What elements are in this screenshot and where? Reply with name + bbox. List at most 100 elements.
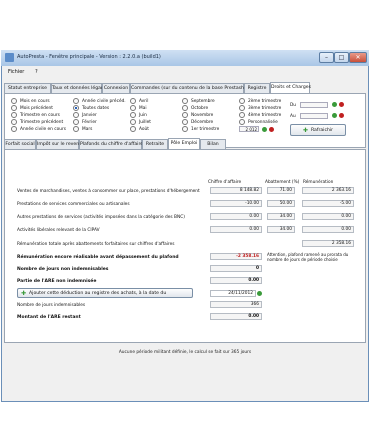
- tab-commandes[interactable]: Commandes (sur du contenu de la base Pre…: [130, 83, 251, 93]
- status-bar: Aucune période militant définie, le calc…: [118, 350, 252, 355]
- minimize-button[interactable]: –: [319, 52, 334, 63]
- year-input[interactable]: 2 012: [239, 126, 259, 132]
- radio-personnalisee[interactable]: Personnalisée: [239, 119, 278, 125]
- deduction-date-input[interactable]: 24/11/2012: [210, 290, 256, 297]
- radio-label: Toutes dates: [82, 105, 110, 111]
- radio-decembre[interactable]: Décembre: [182, 119, 213, 125]
- radio-label: Année civile précéd.: [82, 98, 126, 104]
- col-header-remuneration: Rémunération: [303, 180, 334, 185]
- radio-label: Année civile en cours: [20, 126, 66, 132]
- radio-4eme-trimestre[interactable]: 4ème trimestre: [239, 112, 281, 118]
- ajouter-deduction-button[interactable]: ✚ Ajouter cette déduction au registre de…: [17, 288, 193, 298]
- radio-label: 4ème trimestre: [248, 112, 282, 118]
- row-label-cipav: Activités libérales relevant de la CIPAV: [17, 228, 100, 233]
- row-label-ventes: Ventes de marchandises, ventes à consomm…: [17, 189, 200, 194]
- partie-are-field: 0.00: [210, 277, 262, 284]
- col-header-ca: Chiffre d'affaire: [208, 180, 242, 185]
- radio-septembre[interactable]: Septembre: [182, 98, 215, 104]
- radio-label: Avril: [139, 98, 149, 104]
- ajouter-deduction-label: Ajouter cette déduction au registre des …: [29, 290, 167, 296]
- tab-bilan[interactable]: Bilan: [200, 139, 226, 149]
- radio-janvier[interactable]: Janvier: [73, 112, 97, 118]
- abattement-prestations-field[interactable]: 50.00: [267, 200, 295, 207]
- radio-annee-civile-en-cours[interactable]: Année civile en cours: [11, 126, 66, 132]
- radio-mai[interactable]: Mai: [130, 105, 147, 111]
- next-date-to-icon[interactable]: [339, 113, 344, 118]
- radio-trimestre-precedent[interactable]: Trimestre précédent: [11, 119, 63, 125]
- window-title: AutoPresta - Fenêtre principale - Versio…: [17, 54, 161, 60]
- ca-autres-field[interactable]: 0.00: [210, 213, 262, 220]
- radio-label: Personnalisée: [248, 119, 278, 125]
- tab-forfait-social[interactable]: Forfait social: [4, 139, 36, 149]
- radio-annee-civile-precedente[interactable]: Année civile précéd.: [73, 98, 126, 104]
- tab-taux-donnees[interactable]: Taux et données légaux: [51, 83, 107, 93]
- radio-juin[interactable]: Juin: [130, 112, 147, 118]
- tab-statut-entreprise[interactable]: Statut entreprise: [4, 83, 51, 93]
- remu-prestations-field: -5.00: [302, 200, 354, 207]
- au-label: Au: [290, 114, 296, 119]
- radio-label: 3ème trimestre: [248, 105, 282, 111]
- radio-fevrier[interactable]: Février: [73, 119, 97, 125]
- radio-label: Juin: [139, 112, 147, 118]
- total-remuneration-field: 2 358.16: [302, 240, 354, 247]
- ca-cipav-field[interactable]: 0.00: [210, 226, 262, 233]
- refresh-label: Rafraichir: [310, 127, 334, 133]
- tab-retraite[interactable]: Retraite: [142, 139, 168, 149]
- tab-registre[interactable]: Registre: [244, 83, 270, 93]
- radio-mois-en-cours[interactable]: Mois en cours: [11, 98, 50, 104]
- add-icon: ✚: [21, 289, 27, 297]
- radio-3eme-trimestre[interactable]: 3ème trimestre: [239, 105, 281, 111]
- radio-label: Juillet: [139, 119, 151, 125]
- prev-date-icon[interactable]: [332, 102, 337, 107]
- prev-year-icon[interactable]: [262, 127, 267, 132]
- next-date-icon[interactable]: [339, 102, 344, 107]
- tab-impot-revenu[interactable]: Impôt sur le revenu: [36, 139, 82, 149]
- radio-novembre[interactable]: Novembre: [182, 112, 213, 118]
- radio-label: Mars: [82, 126, 93, 132]
- radio-trimestre-en-cours[interactable]: Trimestre en cours: [11, 112, 60, 118]
- tab-plafonds[interactable]: Plafonds du chiffre d'affaire: [79, 139, 143, 149]
- abattement-ventes-field[interactable]: 71.00: [267, 187, 295, 194]
- next-year-icon[interactable]: [269, 127, 274, 132]
- menu-bar: Fichier ?: [2, 67, 368, 77]
- radio-toutes-dates[interactable]: Toutes dates: [73, 105, 109, 111]
- menu-help[interactable]: ?: [35, 69, 38, 75]
- date-from-input[interactable]: [300, 102, 328, 108]
- ca-ventes-field[interactable]: 8 148.82: [210, 187, 262, 194]
- radio-label: Septembre: [191, 98, 215, 104]
- date-to-input[interactable]: [300, 113, 328, 119]
- remu-restante-field: -2 358.16: [210, 253, 262, 260]
- refresh-button[interactable]: ✚ Rafraichir: [290, 124, 346, 136]
- abattement-autres-field[interactable]: 34.00: [267, 213, 295, 220]
- radio-label: Mai: [139, 105, 147, 111]
- jours-non-indemnisables-label: Nombre de jours non indemnisables: [17, 267, 109, 272]
- maximize-button[interactable]: □: [334, 52, 349, 63]
- menu-fichier[interactable]: Fichier: [8, 69, 24, 75]
- radio-1er-trimestre[interactable]: 1er trimestre: [182, 126, 219, 132]
- app-icon: [5, 53, 14, 62]
- tab-connexion[interactable]: Connexion: [102, 83, 130, 93]
- radio-label: Mois précédent: [20, 105, 53, 111]
- radio-label: Trimestre précédent: [20, 119, 64, 125]
- prev-deduction-date-icon[interactable]: [257, 291, 262, 296]
- radio-mars[interactable]: Mars: [73, 126, 92, 132]
- remu-ventes-field: 2 363.16: [302, 187, 354, 194]
- title-bar: AutoPresta - Fenêtre principale - Versio…: [1, 50, 369, 66]
- radio-2eme-trimestre[interactable]: 2ème trimestre: [239, 98, 281, 104]
- col-header-abattement: Abattement (%): [265, 180, 300, 185]
- radio-octobre[interactable]: Octobre: [182, 105, 208, 111]
- ca-prestations-field[interactable]: -10.00: [210, 200, 262, 207]
- radio-aout[interactable]: Août: [130, 126, 149, 132]
- abattement-cipav-field[interactable]: 34.00: [267, 226, 295, 233]
- montant-are-field: 0.00: [210, 313, 262, 320]
- radio-label: 1er trimestre: [191, 126, 220, 132]
- radio-label: Décembre: [191, 119, 214, 125]
- close-button[interactable]: ✕: [349, 52, 367, 63]
- radio-mois-precedent[interactable]: Mois précédent: [11, 105, 53, 111]
- radio-avril[interactable]: Avril: [130, 98, 148, 104]
- prev-date-to-icon[interactable]: [332, 113, 337, 118]
- row-label-prestations-commerciales: Prestations de services commerciales ou …: [17, 202, 130, 207]
- radio-label: Trimestre en cours: [20, 112, 60, 118]
- radio-juillet[interactable]: Juillet: [130, 119, 151, 125]
- total-label: Rémunération totale après abattements fo…: [17, 242, 175, 247]
